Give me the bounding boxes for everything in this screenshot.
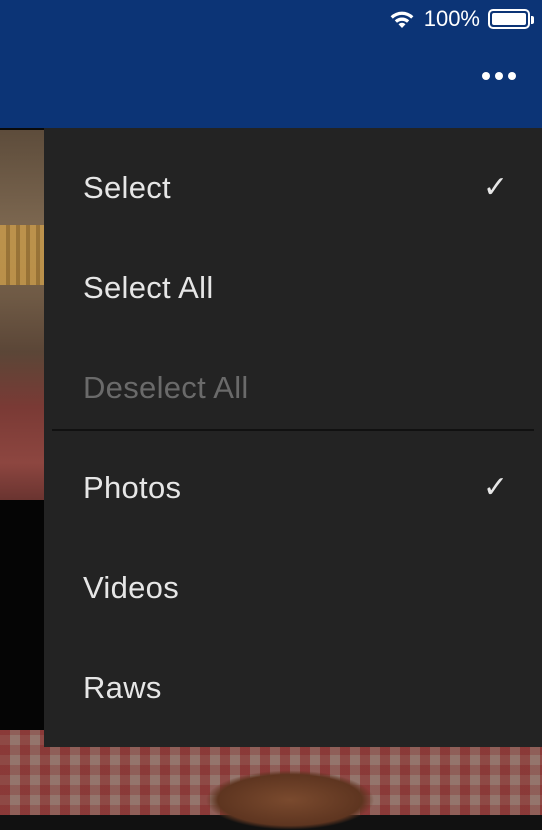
wifi-icon bbox=[388, 8, 416, 30]
photo-detail-cake bbox=[205, 770, 375, 830]
photo-thumbnail[interactable] bbox=[0, 130, 44, 500]
menu-item-label: Select All bbox=[83, 270, 214, 305]
top-toolbar bbox=[0, 40, 542, 128]
selection-menu: Select ✓ Select All Deselect All Photos … bbox=[44, 128, 542, 747]
photo-detail bbox=[0, 225, 44, 285]
menu-item-raws[interactable]: Raws bbox=[44, 638, 542, 738]
menu-item-label: Deselect All bbox=[83, 370, 249, 405]
status-indicators: 100% bbox=[388, 6, 534, 32]
more-horizontal-icon[interactable] bbox=[482, 72, 516, 80]
battery-percentage: 100% bbox=[423, 6, 480, 31]
menu-item-label: Videos bbox=[83, 570, 180, 605]
menu-item-photos[interactable]: Photos ✓ bbox=[44, 438, 542, 538]
more-dot bbox=[495, 72, 503, 80]
more-dot bbox=[508, 72, 516, 80]
status-bar: 100% bbox=[0, 0, 542, 40]
checkmark-icon: ✓ bbox=[482, 470, 508, 505]
menu-item-label: Photos bbox=[83, 470, 182, 505]
more-dot bbox=[482, 72, 490, 80]
photo-thumbnail-dark[interactable] bbox=[0, 500, 44, 730]
menu-item-label: Select bbox=[83, 170, 171, 205]
battery-icon bbox=[488, 9, 534, 29]
menu-item-label: Raws bbox=[83, 670, 162, 705]
menu-item-select-all[interactable]: Select All bbox=[44, 238, 542, 338]
menu-divider bbox=[52, 429, 534, 431]
battery-level bbox=[492, 13, 526, 25]
menu-item-videos[interactable]: Videos bbox=[44, 538, 542, 638]
menu-item-select[interactable]: Select ✓ bbox=[44, 138, 542, 238]
checkmark-icon: ✓ bbox=[482, 170, 508, 205]
menu-item-deselect-all: Deselect All bbox=[44, 338, 542, 438]
